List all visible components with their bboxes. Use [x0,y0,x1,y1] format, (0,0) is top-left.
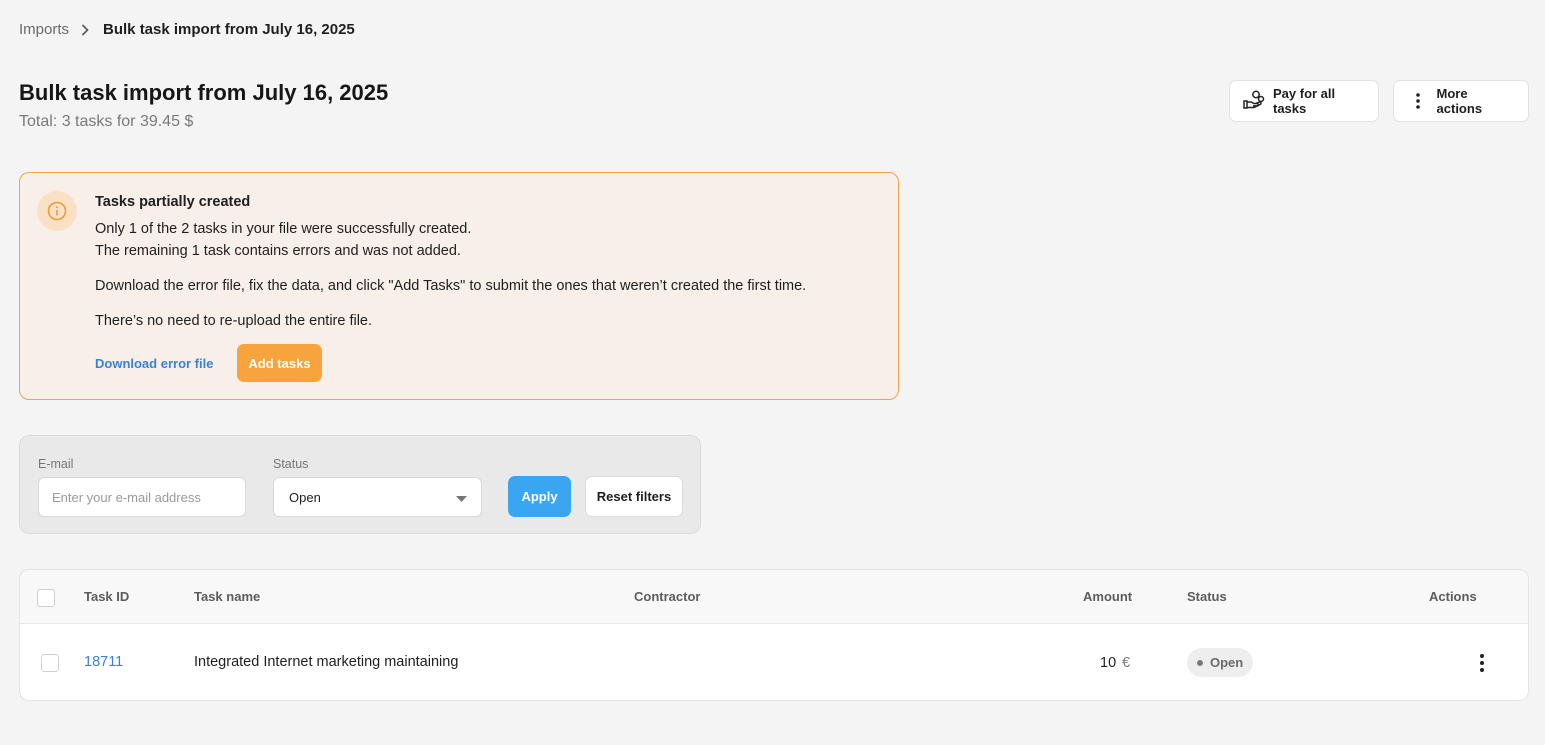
status-select-value: Open [289,489,321,505]
email-label: E-mail [38,457,74,471]
chevron-right-icon [81,23,89,36]
column-header-status[interactable]: Status [1187,589,1227,604]
amount: 10 € [1100,655,1130,671]
breadcrumb-current: Bulk task import from July 16, 2025 [103,21,355,38]
page-title: Bulk task import from July 16, 2025 [19,80,389,105]
status-dot-icon [1197,659,1203,666]
amount-currency: € [1122,655,1131,671]
hand-coins-icon [1243,90,1265,113]
vertical-dots-icon [1480,654,1484,672]
add-tasks-button[interactable]: Add tasks [237,344,322,382]
status-select[interactable]: Open [273,477,482,517]
vertical-dots-icon [1407,93,1429,109]
partial-creation-alert: Tasks partially created Only 1 of the 2 … [19,172,899,400]
page: Imports Bulk task import from July 16, 2… [0,0,1545,745]
email-input[interactable]: Enter your e-mail address [38,477,246,517]
column-header-actions: Actions [1429,589,1477,604]
column-header-task-name[interactable]: Task name [194,589,260,604]
status-badge: Open [1187,648,1253,677]
caret-down-icon [456,490,467,505]
tasks-table: Task ID Task name Contractor Amount Stat… [19,569,1529,701]
info-icon [37,191,77,231]
task-name: Integrated Internet marketing maintainin… [194,654,459,670]
apply-button[interactable]: Apply [508,476,571,517]
row-checkbox[interactable] [41,654,59,672]
breadcrumb-imports-link[interactable]: Imports [19,21,69,38]
status-label: Status [273,457,309,471]
filters-panel: E-mail Enter your e-mail address Status … [19,435,701,534]
alert-message: Only 1 of the 2 tasks in your file were … [95,221,472,237]
pay-for-all-tasks-button[interactable]: Pay for all tasks [1229,80,1379,122]
row-actions-button[interactable] [1473,651,1491,675]
pay-for-all-tasks-label: Pay for all tasks [1273,86,1336,116]
column-header-amount[interactable]: Amount [1083,589,1132,604]
column-header-contractor[interactable]: Contractor [634,589,700,604]
more-actions-button[interactable]: More actions [1393,80,1529,122]
download-error-file-link[interactable]: Download error file [95,356,213,371]
alert-title: Tasks partially created [95,194,251,210]
more-actions-label: More actions [1436,86,1483,116]
select-all-checkbox[interactable] [37,589,55,607]
amount-value: 10 [1100,655,1117,671]
table-row: 18711 Integrated Internet marketing main… [20,624,1528,700]
status-badge-label: Open [1210,655,1244,670]
alert-message: Download the error file, fix the data, a… [95,278,807,294]
alert-message: The remaining 1 task contains errors and… [95,243,461,259]
task-id-link[interactable]: 18711 [84,654,123,670]
breadcrumb: Imports Bulk task import from July 16, 2… [19,21,355,38]
column-header-task-id[interactable]: Task ID [84,589,129,604]
page-subtitle: Total: 3 tasks for 39.45 $ [19,113,194,130]
alert-message: There’s no need to re-upload the entire … [95,313,373,329]
reset-filters-button[interactable]: Reset filters [585,476,683,517]
table-header: Task ID Task name Contractor Amount Stat… [20,570,1528,624]
